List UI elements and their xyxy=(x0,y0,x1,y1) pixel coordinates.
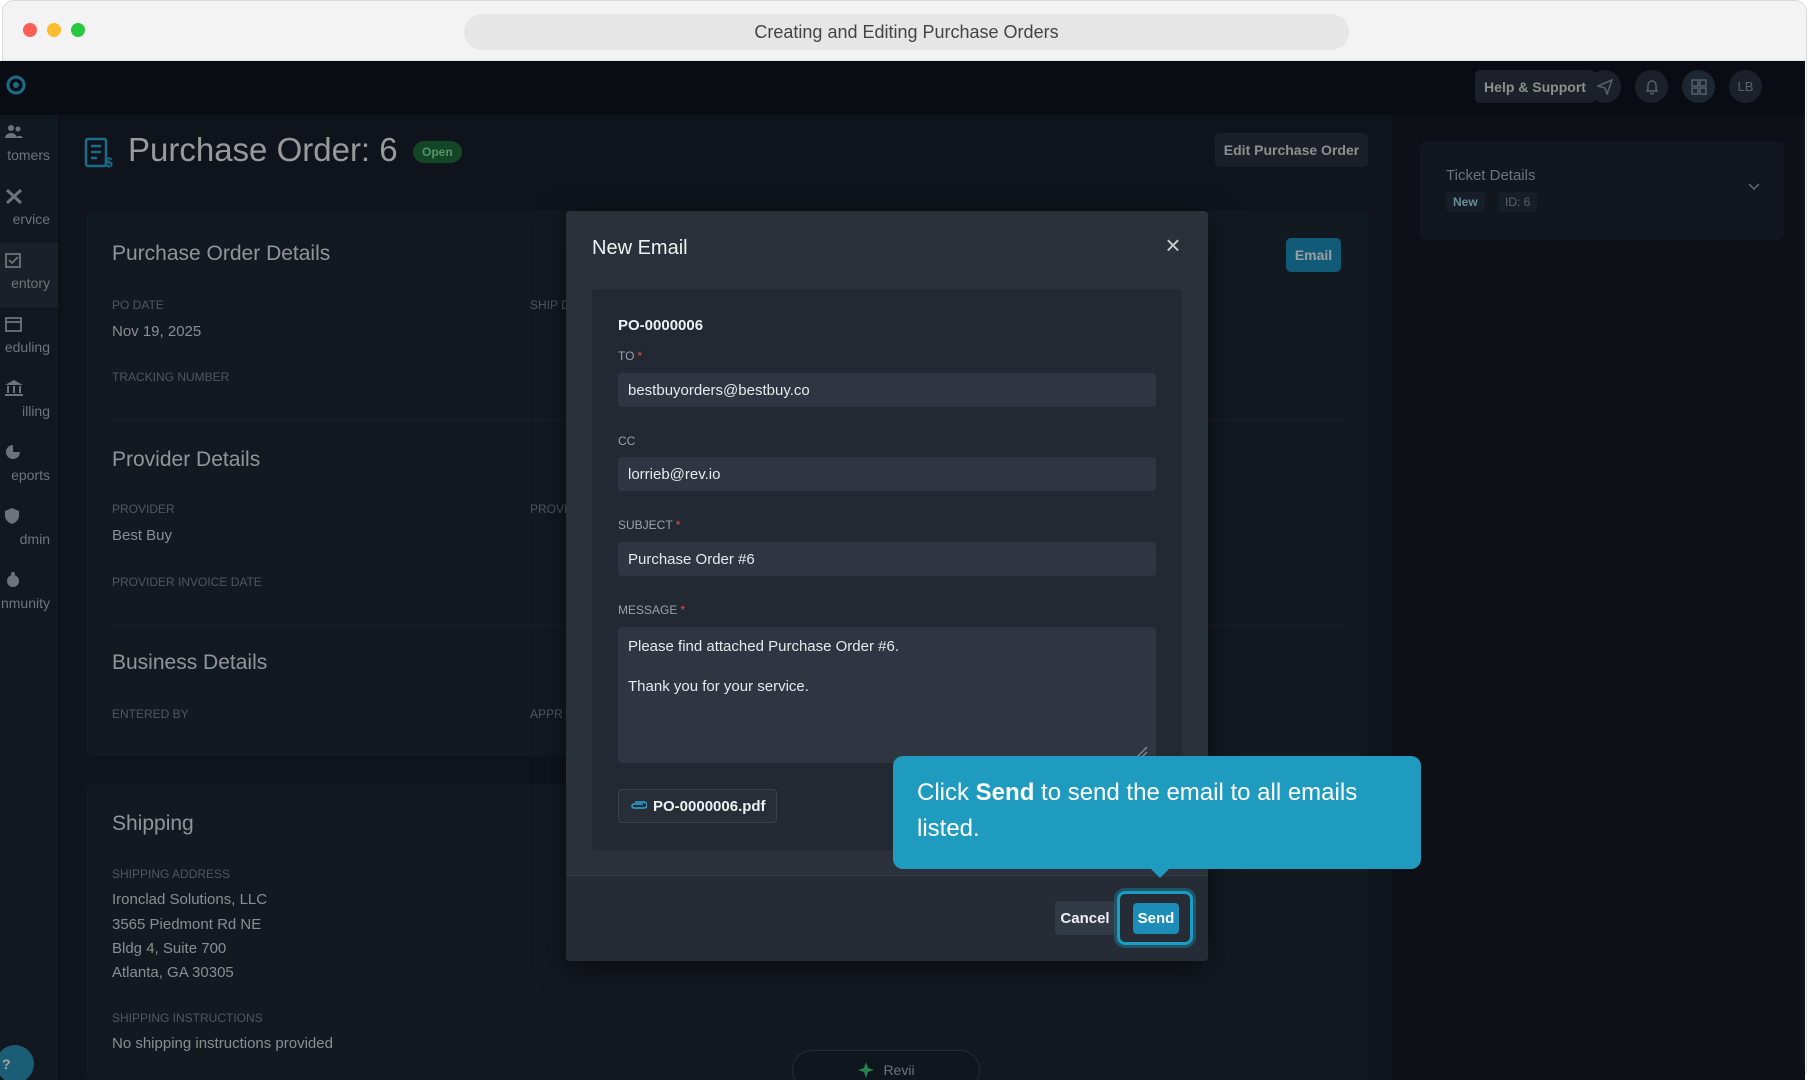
subject-label: SUBJECT * xyxy=(618,518,681,532)
modal-title: New Email xyxy=(592,237,688,259)
message-label: MESSAGE * xyxy=(618,603,686,617)
tooltip-arrow xyxy=(1150,868,1170,878)
send-button[interactable]: Send xyxy=(1133,903,1179,934)
address-bar[interactable]: Creating and Editing Purchase Orders xyxy=(464,14,1349,50)
message-field[interactable]: Please find attached Purchase Order #6. … xyxy=(618,627,1156,763)
subject-field[interactable]: Purchase Order #6 xyxy=(618,542,1156,576)
maximize-window-button[interactable] xyxy=(71,23,85,37)
to-field[interactable]: bestbuyorders@bestbuy.co xyxy=(618,373,1156,407)
tooltip-emphasis: Send xyxy=(975,779,1035,806)
close-icon[interactable]: × xyxy=(1161,232,1185,258)
guide-tooltip: Click Send to send the email to all emai… xyxy=(893,756,1421,869)
close-window-button[interactable] xyxy=(23,23,37,37)
paperclip-icon xyxy=(631,801,647,809)
po-number: PO-0000006 xyxy=(618,317,704,334)
cc-label: CC xyxy=(618,434,636,448)
message-line: Thank you for your service. xyxy=(628,678,809,695)
cc-field[interactable]: lorrieb@rev.io xyxy=(618,457,1156,491)
message-line: Please find attached Purchase Order #6. xyxy=(628,638,899,655)
modal-footer: Cancel Send xyxy=(566,875,1208,961)
minimize-window-button[interactable] xyxy=(47,23,61,37)
to-label: TO * xyxy=(618,349,643,363)
send-highlight: Send xyxy=(1117,891,1193,945)
cancel-button[interactable]: Cancel xyxy=(1055,901,1115,935)
attachment-name: PO-0000006.pdf xyxy=(653,797,766,815)
attachment-chip[interactable]: PO-0000006.pdf xyxy=(618,789,777,823)
browser-titlebar: Creating and Editing Purchase Orders xyxy=(3,1,1806,61)
